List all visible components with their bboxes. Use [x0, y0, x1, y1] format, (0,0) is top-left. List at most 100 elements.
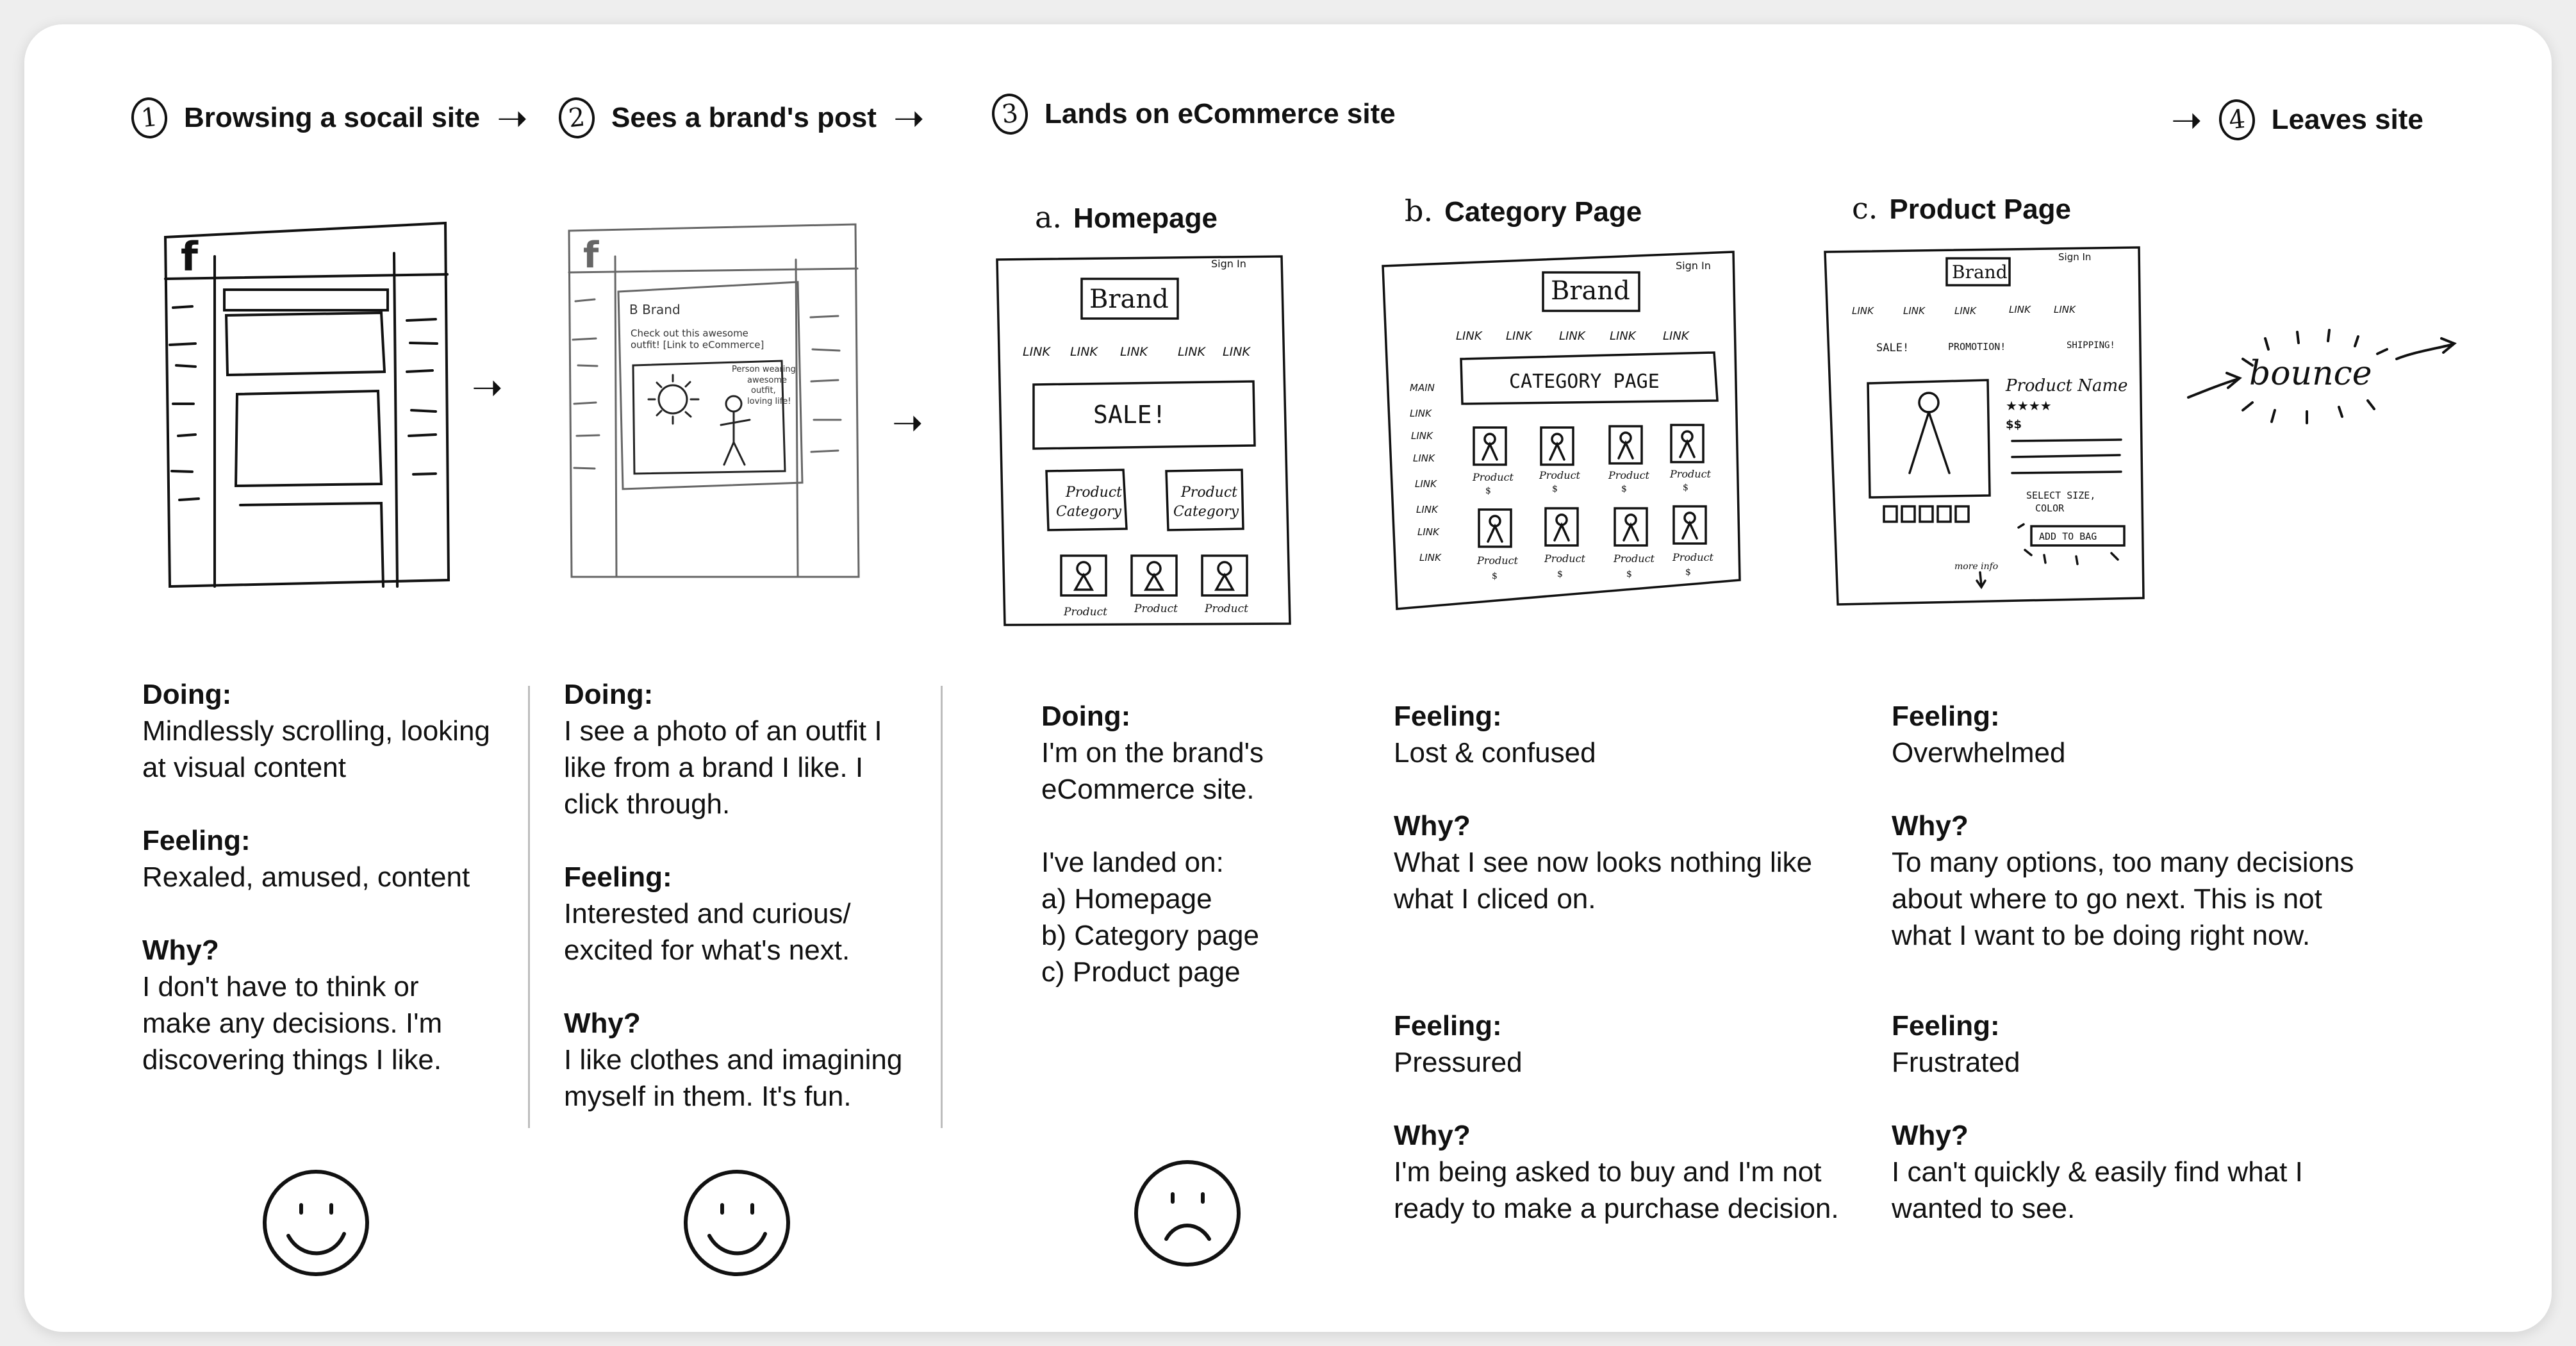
category-link-text: LINK	[1610, 329, 1637, 343]
homepage-category-text: Product	[1180, 485, 1237, 501]
why-line: ready to make a purchase decision.	[1394, 1193, 1839, 1224]
post-note-text: loving life!	[747, 397, 791, 406]
product-promo-text: SALE!	[1876, 342, 1909, 354]
feeling-line: Rexaled, amused, content	[142, 861, 470, 893]
why-line: myself in them. It's fun.	[564, 1081, 852, 1112]
category-side-link-text: LINK	[1415, 478, 1437, 490]
sad-face-icon	[1131, 1157, 1243, 1269]
why-label: Why?	[564, 1008, 641, 1039]
happy-face-icon	[260, 1167, 372, 1279]
step-1-title: Browsing a socail site	[184, 102, 481, 133]
category-side-link-text: LINK	[1419, 552, 1442, 563]
feeling-line: Interested and curious/	[564, 898, 851, 929]
why-line: I don't have to think or	[142, 971, 419, 1002]
step-3-header: 3 Lands on eCommerce site	[989, 92, 1396, 137]
homepage-category-text: Product	[1065, 485, 1122, 501]
category-brand-text: Brand	[1551, 276, 1630, 306]
why-line: To many options, too many decisions	[1892, 847, 2354, 878]
bounce-doodle: bounce	[2182, 314, 2464, 436]
step-3-title: Lands on eCommerce site	[1044, 98, 1396, 129]
column-2-text: Doing: I see a photo of an outfit I like…	[564, 676, 929, 1115]
substep-a-title: Homepage	[1073, 203, 1218, 234]
homepage-product-text: Product	[1134, 602, 1178, 615]
homepage-category-text: Category	[1173, 504, 1239, 520]
doing-line: I see a photo of an outfit I	[564, 715, 882, 747]
why-label: Why?	[1892, 810, 1969, 842]
product-select-text: COLOR	[2035, 503, 2065, 514]
category-product-grid	[1473, 424, 1707, 548]
feeling-line: excited for what's next.	[564, 935, 850, 966]
substep-b-letter: b.	[1405, 194, 1433, 228]
column-5-text: Feeling: Overwhelmed Why? To many option…	[1892, 698, 2417, 954]
category-price-text: $	[1552, 484, 1558, 494]
product-name-text: Product Name	[2005, 376, 2128, 395]
category-link-text: LINK	[1456, 329, 1483, 343]
why-line: discovering things I like.	[142, 1044, 442, 1076]
category-price-text: $	[1626, 569, 1632, 579]
category-title-text: CATEGORY PAGE	[1509, 370, 1660, 393]
feeling-line: Pressured	[1394, 1047, 1523, 1078]
substep-a-header: a. Homepage	[1035, 200, 1218, 235]
homepage-brand-text: Brand	[1089, 285, 1169, 314]
step-2-number: 2	[556, 96, 597, 140]
category-price-text: $	[1621, 484, 1627, 494]
product-price-text: $$	[2006, 418, 2022, 431]
arrow-right-icon: ➝	[2171, 98, 2202, 142]
product-link-text: LINK	[1852, 305, 1874, 317]
step-1-header: 1 Browsing a socail site ➝	[129, 96, 528, 140]
homepage-link-text: LINK	[1120, 345, 1148, 359]
product-page-sketch: Sign In Brand LINK LINK LINK LINK LINK S…	[1820, 242, 2153, 614]
category-side-link-text: MAIN	[1410, 382, 1435, 394]
doing-line: click through.	[564, 788, 731, 820]
doing-line: at visual content	[142, 752, 346, 783]
category-product-text: Product	[1544, 553, 1586, 565]
column-3-text: Doing: I'm on the brand's eCommerce site…	[1041, 698, 1375, 990]
category-price-text: $	[1683, 483, 1688, 493]
column-divider	[941, 686, 943, 1128]
homepage-sketch: Sign In Brand LINK LINK LINK LINK LINK S…	[992, 253, 1293, 628]
post-note-text: outfit,	[751, 386, 776, 395]
product-stars-icon: ★★★★	[2006, 398, 2052, 413]
why-line: what I cliced on.	[1394, 883, 1596, 915]
post-brand-text: B Brand	[629, 302, 681, 317]
product-promo-text: SHIPPING!	[2067, 340, 2115, 351]
category-product-text: Product	[1472, 471, 1514, 483]
product-signin-text: Sign In	[2058, 251, 2091, 263]
landed-line: c) Product page	[1041, 956, 1241, 988]
homepage-link-text: LINK	[1070, 345, 1098, 359]
category-side-link-text: LINK	[1417, 526, 1440, 538]
category-side-link-text: LINK	[1413, 453, 1435, 464]
homepage-product-text: Product	[1063, 606, 1107, 619]
happy-face-icon	[681, 1167, 793, 1279]
feeling-label: Feeling:	[1394, 1010, 1502, 1042]
doing-label: Doing:	[1041, 701, 1131, 732]
category-price-text: $	[1685, 567, 1691, 577]
bounce-text: bounce	[2249, 354, 2372, 393]
category-side-link-text: LINK	[1411, 430, 1433, 442]
feeling-line: Lost & confused	[1394, 737, 1596, 769]
homepage-link-text: LINK	[1023, 345, 1051, 359]
step-4-title: Leaves site	[2271, 104, 2423, 135]
arrow-right-icon: ➝	[497, 96, 528, 140]
step-3-number: 3	[989, 92, 1030, 137]
post-note-text: awesome	[747, 376, 787, 385]
homepage-link-text: LINK	[1223, 345, 1251, 359]
product-brand-text: Brand	[1952, 262, 2008, 283]
feeling-line: Frustrated	[1892, 1047, 2020, 1078]
why-label: Why?	[1394, 1120, 1471, 1151]
category-side-link-text: LINK	[1410, 408, 1432, 419]
landed-line: a) Homepage	[1041, 883, 1212, 915]
why-line: I like clothes and imagining	[564, 1044, 903, 1076]
social-logo-icon: f	[181, 233, 199, 280]
column-4-text: Feeling: Lost & confused Why? What I see…	[1394, 698, 1881, 917]
post-caption-text: Check out this awesome	[631, 328, 748, 339]
step-4-header: ➝ 4 Leaves site	[2171, 97, 2423, 142]
category-link-text: LINK	[1506, 329, 1533, 343]
product-link-text: LINK	[2054, 304, 2076, 315]
product-link-text: LINK	[1903, 305, 1926, 317]
why-line: I can't quickly & easily find what I	[1892, 1156, 2303, 1188]
doing-line: Mindlessly scrolling, looking	[142, 715, 490, 747]
product-link-text: LINK	[1954, 305, 1977, 317]
post-caption-text: outfit! [Link to eCommerce]	[631, 339, 764, 351]
column-divider	[528, 686, 530, 1128]
